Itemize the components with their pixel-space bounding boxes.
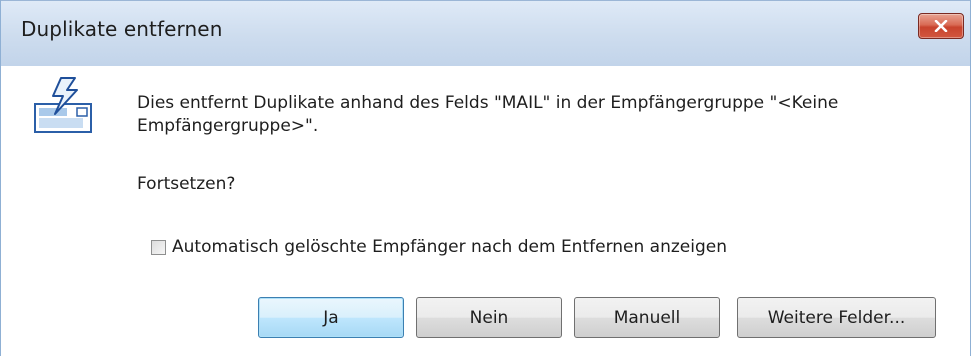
dialog-message: Dies entfernt Duplikate anhand des Felds…	[137, 93, 839, 136]
manual-button[interactable]: Manuell	[574, 297, 720, 338]
dialog-content: Dies entfernt Duplikate anhand des Felds…	[1, 66, 970, 356]
close-icon	[934, 20, 948, 32]
no-button[interactable]: Nein	[416, 297, 562, 338]
dialog-window: Duplikate entfernen Dies entfernt Duplik…	[0, 0, 971, 356]
show-deleted-checkbox-label[interactable]: Automatisch gelöschte Empfänger nach dem…	[172, 237, 727, 257]
mail-lightning-icon	[34, 77, 92, 133]
title-bar: Duplikate entfernen	[1, 0, 970, 66]
yes-button[interactable]: Ja	[258, 297, 404, 338]
show-deleted-checkbox-row[interactable]: Automatisch gelöschte Empfänger nach dem…	[151, 237, 727, 257]
dialog-question: Fortsetzen?	[137, 174, 236, 194]
more-fields-button[interactable]: Weitere Felder...	[737, 297, 936, 338]
window-title: Duplikate entfernen	[21, 17, 223, 41]
show-deleted-checkbox[interactable]	[151, 239, 166, 255]
close-button[interactable]	[918, 13, 964, 39]
